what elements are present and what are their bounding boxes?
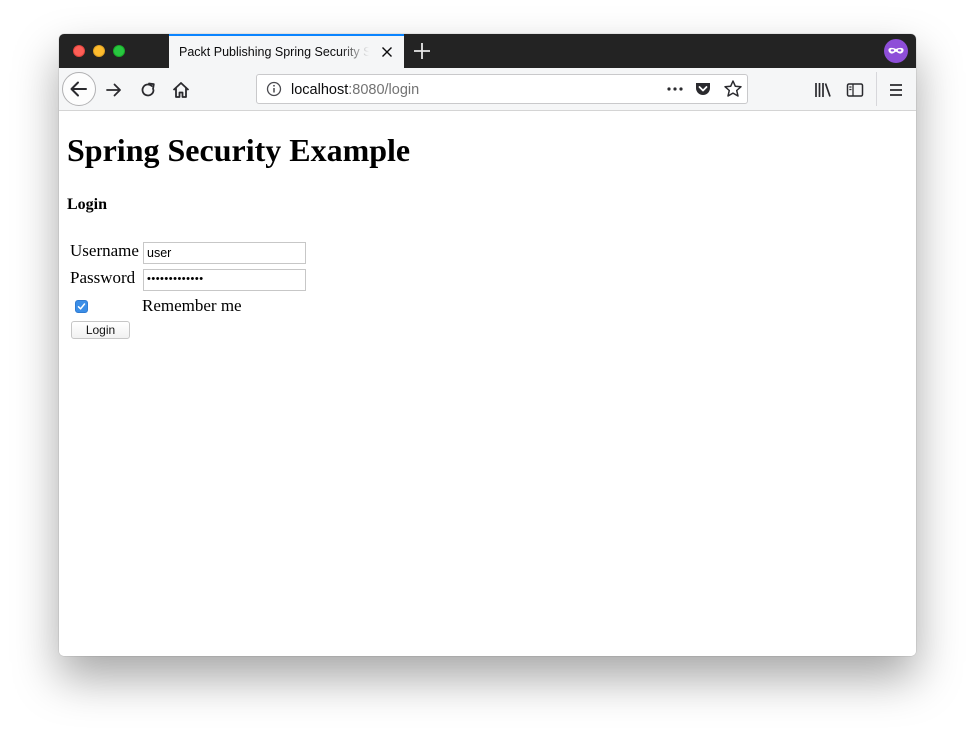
remember-me-checkbox[interactable] [75,300,88,313]
page-content: Spring Security Example Login Username u… [59,112,916,656]
window-close-button[interactable] [73,45,85,57]
tab-bar: Packt Publishing Spring Security Sa [59,34,916,68]
arrow-right-icon[interactable] [100,76,128,104]
sidebar-icon[interactable] [841,76,869,104]
star-icon[interactable] [723,79,743,99]
url-path: :8080/login [348,82,420,98]
url-text: localhost:8080/login [291,82,419,98]
login-heading: Login [67,196,108,213]
info-icon[interactable] [266,81,282,97]
tab-title: Packt Publishing Spring Security Sa [179,45,369,59]
username-input[interactable]: user [143,242,306,264]
window-minimize-button[interactable] [93,45,105,57]
username-label: Username [70,241,139,260]
password-input[interactable]: ••••••••••••• [143,269,306,291]
browser-window: Packt Publishing Spring Security Sa loca… [59,34,916,656]
remember-me-label: Remember me [142,296,242,315]
login-button[interactable]: Login [71,321,130,339]
checkmark-icon [77,302,86,311]
more-dots-icon[interactable] [665,80,685,98]
library-icon[interactable] [809,76,837,104]
arrow-left-icon [68,78,90,100]
window-maximize-button[interactable] [113,45,125,57]
close-icon[interactable] [379,44,395,60]
hamburger-menu-icon[interactable] [882,76,910,104]
nav-toolbar: localhost:8080/login [59,68,916,111]
reload-icon[interactable] [134,76,162,104]
url-host: localhost [291,82,349,98]
private-browsing-mask-icon[interactable] [884,39,908,63]
tab-active[interactable]: Packt Publishing Spring Security Sa [169,34,404,68]
pocket-icon[interactable] [694,80,712,98]
new-tab-plus-icon[interactable] [412,41,432,61]
toolbar-separator [876,72,877,106]
page-title: Spring Security Example [67,132,411,168]
home-icon[interactable] [167,76,195,104]
password-label: Password [70,268,136,287]
back-button[interactable] [62,72,96,106]
url-bar[interactable]: localhost:8080/login [256,74,748,104]
